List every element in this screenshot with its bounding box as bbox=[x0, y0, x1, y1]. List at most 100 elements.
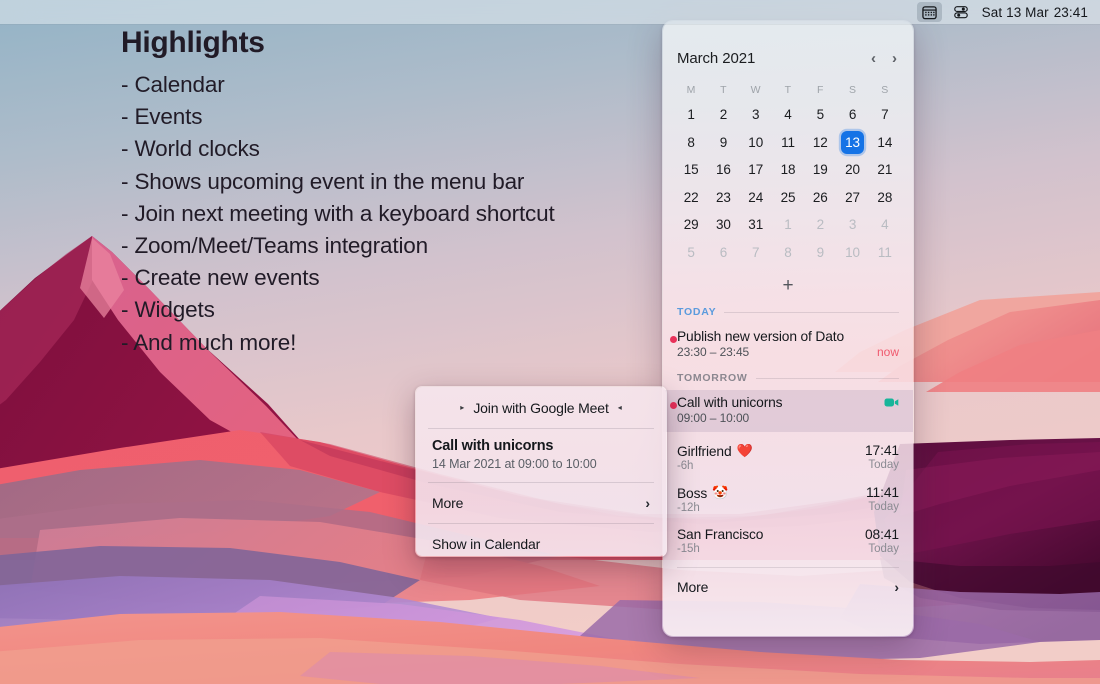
calendar-day[interactable]: 14 bbox=[869, 129, 901, 157]
show-in-calendar-label: Show in Calendar bbox=[432, 535, 541, 552]
calendar-day-number: 1 bbox=[687, 107, 695, 123]
calendar-day[interactable]: 1 bbox=[772, 211, 804, 239]
events-section-header: TODAY bbox=[663, 302, 913, 322]
context-event-info: Call with unicorns 14 Mar 2021 at 09:00 … bbox=[416, 429, 666, 482]
chevron-right-icon: › bbox=[894, 579, 899, 595]
calendar-day[interactable]: 19 bbox=[804, 156, 836, 184]
clock-offset: -12h bbox=[677, 502, 700, 514]
highlight-item: - Shows upcoming event in the menu bar bbox=[121, 168, 525, 194]
clock-left: Boss 🤡 -12h bbox=[677, 485, 728, 514]
triangle-left-icon: ◂ bbox=[617, 402, 622, 412]
calendar-day[interactable]: 5 bbox=[675, 239, 707, 267]
clock-emoji-icon: ❤️ bbox=[736, 443, 753, 458]
calendar-day[interactable]: 4 bbox=[772, 101, 804, 129]
calendar-day[interactable]: 10 bbox=[836, 239, 868, 267]
calendar-day[interactable]: 5 bbox=[804, 101, 836, 129]
world-clocks-list: Girlfriend ❤️ -6h 17:41 Today Boss 🤡 -12h 11:41 T… bbox=[663, 432, 913, 561]
calendar-day[interactable]: 23 bbox=[707, 184, 739, 212]
calendar-day-number: 17 bbox=[748, 162, 764, 178]
world-clock-row[interactable]: Boss 🤡 -12h 11:41 Today bbox=[677, 478, 899, 520]
calendar-day[interactable]: 10 bbox=[740, 129, 772, 157]
calendar-day[interactable]: 17 bbox=[740, 156, 772, 184]
calendar-day-number: 12 bbox=[812, 134, 828, 150]
join-with-google-meet-button[interactable]: ▸ Join with Google Meet ◂ bbox=[416, 387, 666, 428]
calendar-day[interactable]: 27 bbox=[836, 184, 868, 212]
calendar-day[interactable]: 7 bbox=[740, 239, 772, 267]
chevron-right-icon: › bbox=[645, 495, 650, 511]
event-title: Publish new version of Dato bbox=[677, 329, 844, 344]
highlight-item: - Join next meeting with a keyboard shor… bbox=[121, 200, 555, 226]
calendar-day[interactable]: 15 bbox=[675, 156, 707, 184]
calendar-week-row: 22 23 24 25 26 27 28 bbox=[675, 184, 901, 212]
world-clock-row[interactable]: San Francisco -15h 08:41 Today bbox=[677, 520, 899, 561]
event-time: 23:30 – 23:45 bbox=[677, 345, 750, 359]
menubar-control-center-icon[interactable] bbox=[946, 1, 976, 23]
calendar-day[interactable]: 11 bbox=[772, 129, 804, 157]
calendar-day[interactable]: 18 bbox=[772, 156, 804, 184]
calendar-weeks: 1 2 3 4 5 6 7 8 9 10 11 12 13 14 15 16 17 18 19 20 21 22 23 24 2… bbox=[675, 101, 901, 266]
calendar-day[interactable]: 4 bbox=[869, 211, 901, 239]
weekday-label: S bbox=[848, 84, 857, 96]
calendar-day[interactable]: 2 bbox=[804, 211, 836, 239]
calendar-day-number: 19 bbox=[812, 162, 828, 178]
calendar-day[interactable]: 28 bbox=[869, 184, 901, 212]
prev-month-button[interactable]: ‹ bbox=[871, 51, 876, 66]
plus-icon[interactable]: + bbox=[782, 276, 793, 295]
show-in-calendar-button[interactable]: Show in Calendar bbox=[416, 524, 666, 556]
next-month-button[interactable]: › bbox=[892, 51, 897, 66]
control-center-icon bbox=[953, 6, 968, 19]
calendar-icon bbox=[921, 5, 937, 19]
calendar-day[interactable]: 29 bbox=[675, 211, 707, 239]
calendar-day[interactable]: 22 bbox=[675, 184, 707, 212]
calendar-day[interactable]: 16 bbox=[707, 156, 739, 184]
weekday-label: T bbox=[720, 84, 727, 96]
highlight-item: - Calendar bbox=[121, 72, 225, 97]
calendar-day-number: 10 bbox=[845, 244, 860, 260]
calendar-day-today[interactable]: 13 bbox=[836, 129, 868, 157]
calendar-day[interactable]: 9 bbox=[804, 239, 836, 267]
calendar-day[interactable]: 11 bbox=[869, 239, 901, 267]
event-title-line: Publish new version of Dato bbox=[677, 329, 899, 344]
calendar-day[interactable]: 3 bbox=[740, 101, 772, 129]
calendar-day[interactable]: 21 bbox=[869, 156, 901, 184]
panel-more-button[interactable]: More › bbox=[663, 568, 913, 606]
context-more-button[interactable]: More › bbox=[416, 483, 666, 523]
video-camera-icon[interactable] bbox=[884, 397, 899, 408]
calendar-day[interactable]: 12 bbox=[804, 129, 836, 157]
calendar-day[interactable]: 31 bbox=[740, 211, 772, 239]
calendar-day[interactable]: 7 bbox=[869, 101, 901, 129]
calendar-day-number: 4 bbox=[881, 217, 889, 233]
calendar-day[interactable]: 3 bbox=[836, 211, 868, 239]
calendar-day-number: 16 bbox=[716, 162, 731, 178]
event-color-dot bbox=[670, 402, 677, 409]
calendar-day-number: 13 bbox=[841, 130, 865, 154]
calendar-day[interactable]: 24 bbox=[740, 184, 772, 212]
calendar-day[interactable]: 25 bbox=[772, 184, 804, 212]
event-row[interactable]: Call with unicorns 09:00 – 10:00 bbox=[663, 390, 913, 432]
calendar-day[interactable]: 6 bbox=[707, 239, 739, 267]
menubar-calendar-icon[interactable] bbox=[916, 2, 942, 22]
calendar-day[interactable]: 6 bbox=[836, 101, 868, 129]
calendar-day[interactable]: 30 bbox=[707, 211, 739, 239]
calendar-day-number: 9 bbox=[719, 134, 728, 150]
world-clock-row[interactable]: Girlfriend ❤️ -6h 17:41 Today bbox=[677, 436, 899, 478]
menubar-clock[interactable]: Sat 13 Mar 23:41 bbox=[976, 5, 1088, 20]
weekday-label: M bbox=[686, 84, 696, 96]
calendar-day[interactable]: 20 bbox=[836, 156, 868, 184]
calendar-day[interactable]: 26 bbox=[804, 184, 836, 212]
event-row[interactable]: Publish new version of Dato 23:30 – 23:45… bbox=[663, 324, 913, 366]
highlight-item: - Zoom/Meet/Teams integration bbox=[121, 233, 429, 259]
menubar-time-text: 23:41 bbox=[1053, 4, 1088, 20]
calendar-day[interactable]: 1 bbox=[675, 101, 707, 129]
calendar-day-number: 27 bbox=[845, 189, 860, 205]
calendar-day[interactable]: 9 bbox=[707, 129, 739, 157]
calendar-day-number: 24 bbox=[748, 189, 764, 205]
calendar-day-number: 28 bbox=[877, 189, 893, 205]
calendar-day-number: 2 bbox=[816, 217, 825, 233]
calendar-day[interactable]: 8 bbox=[772, 239, 804, 267]
calendar-day[interactable]: 8 bbox=[675, 129, 707, 157]
weekday-label: T bbox=[784, 84, 792, 96]
calendar-day[interactable]: 2 bbox=[707, 101, 739, 129]
calendar-day-number: 30 bbox=[716, 217, 731, 233]
calendar-nav: ‹ › bbox=[871, 51, 899, 66]
